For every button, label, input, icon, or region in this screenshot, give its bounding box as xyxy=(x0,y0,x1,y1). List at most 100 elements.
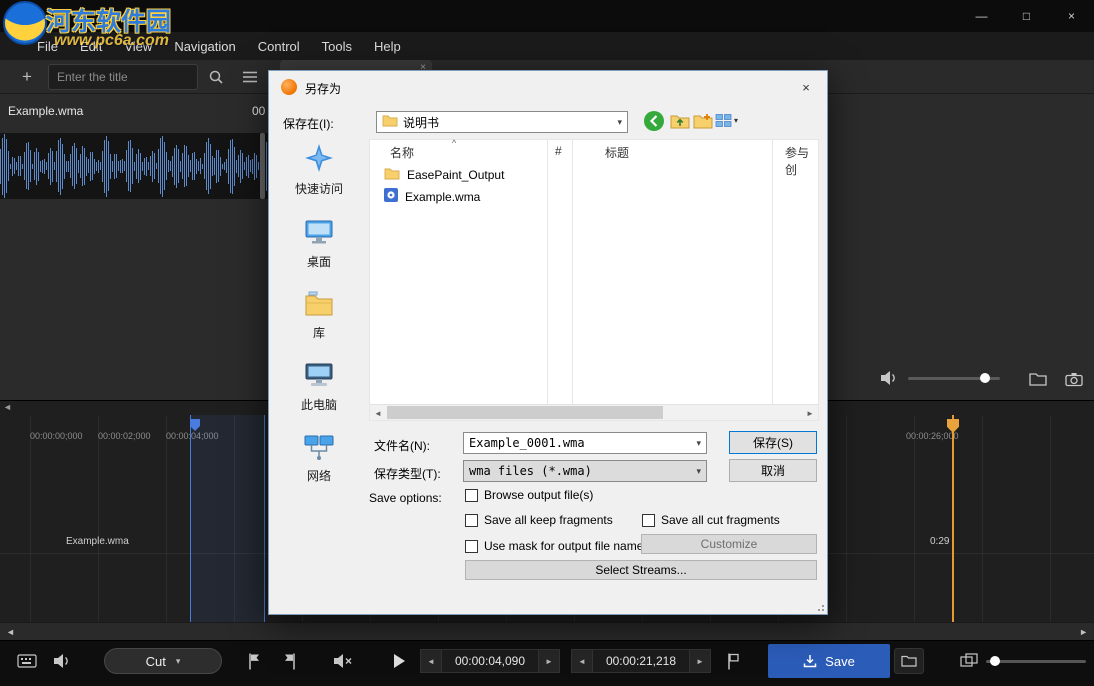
checkbox-icon xyxy=(465,489,478,502)
watermark-logo-icon xyxy=(2,0,48,51)
end-time-decrement-button[interactable]: ◄ xyxy=(571,649,593,673)
scroll-right-icon[interactable]: ► xyxy=(1079,627,1088,637)
timeline-scrollbar[interactable]: ◄ ► xyxy=(0,622,1094,640)
checkbox-label: Save all keep fragments xyxy=(484,513,613,527)
file-item-folder[interactable]: EasePaint_Output xyxy=(384,167,504,183)
shortcut-keys-button[interactable] xyxy=(14,650,40,672)
combo-arrow-icon[interactable]: ▾ xyxy=(691,438,701,449)
filetype-combobox[interactable]: wma files (*.wma) ▾ xyxy=(463,460,707,482)
column-artists[interactable]: 参与创 xyxy=(785,144,818,178)
file-name: Example.wma xyxy=(405,190,480,204)
set-start-marker-button[interactable] xyxy=(243,650,263,672)
start-time-increment-button[interactable]: ► xyxy=(538,649,560,673)
checkbox-icon xyxy=(642,514,655,527)
snapshot-button[interactable] xyxy=(1062,368,1086,390)
mode-dropdown[interactable]: Cut ▾ xyxy=(104,648,222,674)
file-item-media[interactable]: Example.wma xyxy=(384,188,480,205)
end-time-value[interactable]: 00:00:21,218 xyxy=(593,649,689,673)
column-title[interactable]: 标题 xyxy=(605,144,629,161)
place-quick-access[interactable]: 快速访问 xyxy=(295,143,343,197)
selection-start-flag-icon[interactable] xyxy=(190,419,200,431)
save-button-label: Save xyxy=(825,654,855,669)
folder-icon xyxy=(384,167,400,183)
goto-end-marker-button[interactable] xyxy=(722,650,742,672)
playhead[interactable] xyxy=(952,415,954,622)
column-name[interactable]: 名称 xyxy=(390,144,414,161)
audio-output-button[interactable] xyxy=(50,650,74,672)
output-folder-button[interactable] xyxy=(894,648,924,674)
checkbox-save-cut-fragments[interactable]: Save all cut fragments xyxy=(642,513,780,527)
filename-label: 文件名(N): xyxy=(374,437,430,454)
column-number[interactable]: # xyxy=(555,144,562,158)
save-button[interactable]: Save xyxy=(768,644,890,678)
waveform-scrollbar[interactable] xyxy=(260,133,265,199)
maximize-button[interactable]: □ xyxy=(1004,0,1049,32)
title-input[interactable] xyxy=(48,64,198,90)
volume-slider[interactable] xyxy=(908,377,1000,380)
end-time-spinner: ◄ 00:00:21,218 ► xyxy=(571,649,711,673)
customize-button[interactable]: Customize xyxy=(641,534,817,554)
places-bar: 快速访问 桌面 库 此电脑 xyxy=(269,143,369,484)
search-button[interactable] xyxy=(204,66,228,88)
mute-icon xyxy=(333,653,353,669)
track-duration: 0:29 xyxy=(930,536,949,547)
start-time-decrement-button[interactable]: ◄ xyxy=(420,649,442,673)
dialog-close-button[interactable]: × xyxy=(785,71,827,103)
filename-value: Example_0001.wma xyxy=(469,436,585,450)
folder-icon xyxy=(382,114,398,130)
checkbox-icon xyxy=(465,540,478,553)
file-list[interactable]: ^ 名称 # 标题 参与创 EasePaint_Output Example.w… xyxy=(369,139,819,421)
list-menu-button[interactable] xyxy=(238,66,262,88)
save-in-combobox[interactable]: 说明书 ▾ xyxy=(376,111,628,133)
new-folder-button[interactable] xyxy=(693,112,713,130)
filename-combobox[interactable]: Example_0001.wma ▾ xyxy=(463,432,707,454)
dialog-title: 另存为 xyxy=(305,80,341,97)
menu-control[interactable]: Control xyxy=(247,32,311,60)
combo-arrow-icon[interactable]: ▾ xyxy=(612,117,622,128)
selection-region[interactable] xyxy=(190,415,265,622)
scroll-right-icon[interactable]: ► xyxy=(802,405,818,421)
back-button[interactable] xyxy=(643,110,665,132)
scrollbar-thumb[interactable] xyxy=(387,406,663,419)
menu-tools[interactable]: Tools xyxy=(311,32,363,60)
checkbox-save-keep-fragments[interactable]: Save all keep fragments xyxy=(465,513,613,527)
file-list-scrollbar[interactable]: ◄ ► xyxy=(370,404,818,420)
zoom-display-icon xyxy=(960,653,978,672)
minimize-button[interactable]: — xyxy=(959,0,1004,32)
app-window: — □ × 河东软件园 www.pc6a.com File Edit View … xyxy=(0,0,1094,686)
end-time-increment-button[interactable]: ► xyxy=(689,649,711,673)
start-time-value[interactable]: 00:00:04,090 xyxy=(442,649,538,673)
checkbox-use-mask[interactable]: Use mask for output file names xyxy=(465,539,649,553)
dialog-cancel-button[interactable]: 取消 xyxy=(729,459,817,482)
new-folder-icon xyxy=(693,112,713,130)
play-button[interactable] xyxy=(390,652,408,670)
menu-navigation[interactable]: Navigation xyxy=(163,32,246,60)
view-menu-button[interactable]: ▾ xyxy=(715,113,738,128)
up-folder-button[interactable] xyxy=(670,112,690,130)
open-folder-button[interactable] xyxy=(1026,368,1050,390)
select-streams-button[interactable]: Select Streams... xyxy=(465,560,817,580)
zoom-slider[interactable] xyxy=(986,660,1086,663)
save-in-value: 说明书 xyxy=(403,114,439,131)
menu-help[interactable]: Help xyxy=(363,32,412,60)
zoom-slider-knob[interactable] xyxy=(990,656,1000,666)
set-end-marker-button[interactable] xyxy=(280,650,300,672)
place-libraries[interactable]: 库 xyxy=(304,291,334,341)
mute-button[interactable] xyxy=(330,650,356,672)
add-tab-button[interactable]: + xyxy=(14,66,40,88)
close-button[interactable]: × xyxy=(1049,0,1094,32)
checkbox-browse-output[interactable]: Browse output file(s) xyxy=(465,488,593,502)
resize-grip[interactable] xyxy=(814,601,824,611)
dialog-save-button[interactable]: 保存(S) xyxy=(729,431,817,454)
timeline-scroll-left-icon[interactable]: ◄ xyxy=(3,402,12,412)
place-desktop[interactable]: 桌面 xyxy=(304,218,334,270)
waveform[interactable] xyxy=(0,133,268,199)
place-this-pc[interactable]: 此电脑 xyxy=(301,362,337,413)
scroll-left-icon[interactable]: ◄ xyxy=(370,405,386,421)
clip-time: 00 xyxy=(252,104,265,118)
place-network[interactable]: 网络 xyxy=(304,434,334,484)
scroll-left-icon[interactable]: ◄ xyxy=(6,627,15,637)
dialog-titlebar[interactable]: 另存为 × xyxy=(269,71,827,103)
combo-arrow-icon[interactable]: ▾ xyxy=(691,466,701,477)
volume-slider-knob[interactable] xyxy=(980,373,990,383)
